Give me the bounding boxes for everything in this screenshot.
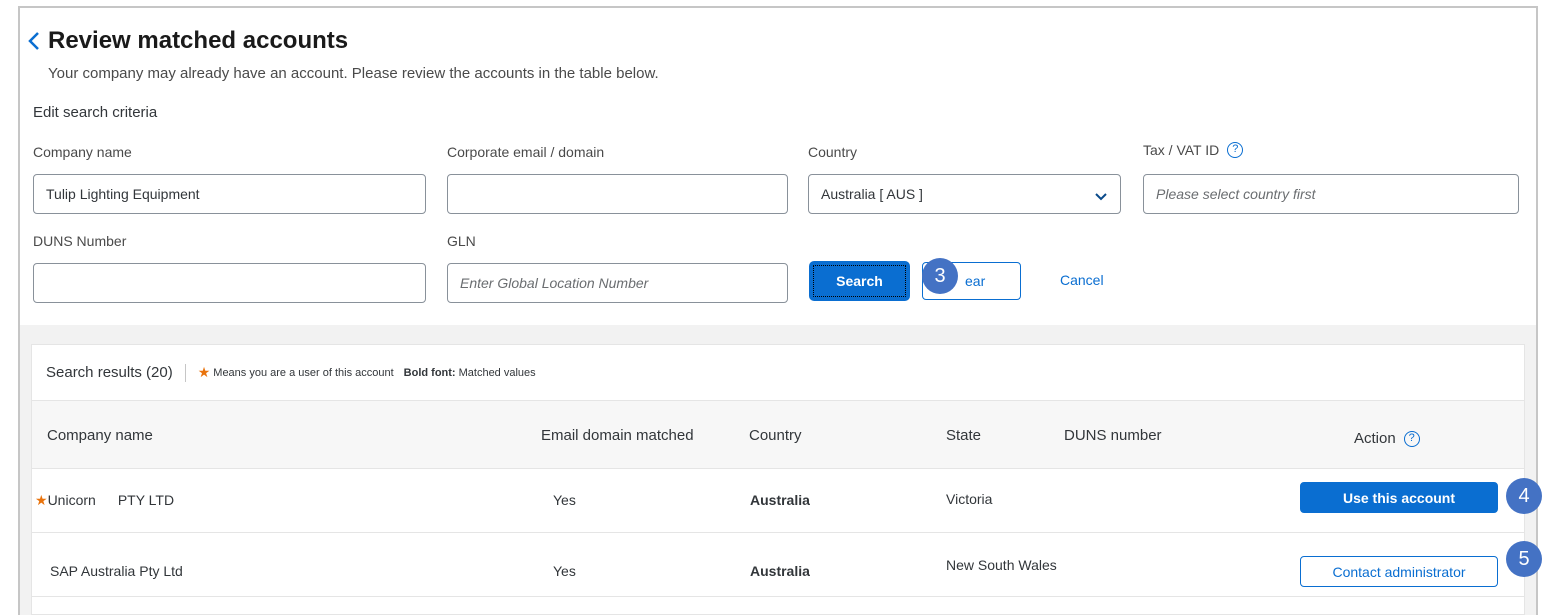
country-select[interactable]: Australia [ AUS ]	[808, 174, 1121, 214]
company-name-label: Company name	[33, 144, 132, 160]
header-divider	[184, 363, 186, 382]
email-matched-cell: Yes	[553, 492, 576, 508]
company-name-cell: SAP Australia Pty Ltd	[50, 563, 183, 579]
state-cell: Victoria	[946, 491, 993, 507]
title-row: Review matched accounts	[26, 27, 348, 55]
help-icon[interactable]: ?	[1227, 142, 1244, 158]
duns-number-input[interactable]	[46, 275, 413, 291]
company-name-cell: ★Unicorn PTY LTD	[35, 492, 175, 508]
star-legend-text: Means you are a user of this account	[213, 366, 394, 379]
chevron-down-icon[interactable]	[1094, 189, 1108, 201]
column-header[interactable]: Email domain matched	[541, 427, 694, 444]
column-header[interactable]: State	[946, 427, 981, 444]
company-name-field[interactable]	[33, 174, 426, 214]
tax-id-input[interactable]	[1156, 186, 1506, 202]
country-cell: Australia	[750, 492, 810, 508]
edit-search-criteria-label: Edit search criteria	[33, 104, 158, 121]
star-icon: ★	[35, 492, 48, 508]
country-label: Country	[808, 144, 858, 160]
table-row: SAP Australia Pty Ltd Yes Australia New …	[32, 533, 1524, 597]
table-row: ★Unicorn PTY LTD Yes Australia Victoria U…	[32, 469, 1524, 533]
results-header: Search results (20) ★ Means you are a us…	[32, 345, 1524, 401]
duns-number-field[interactable]	[33, 263, 426, 303]
email-matched-cell: Yes	[553, 563, 576, 579]
results-count: Search results (20)	[46, 364, 173, 381]
corporate-email-field[interactable]	[447, 174, 788, 214]
column-header[interactable]: Company name	[47, 427, 153, 444]
gln-label: GLN	[447, 233, 476, 249]
bold-legend-desc: Matched values	[458, 366, 536, 379]
page-title: Review matched accounts	[48, 27, 349, 54]
duns-number-label: DUNS Number	[33, 233, 127, 249]
action-column-header: Action ?	[1354, 430, 1420, 447]
country-cell: Australia	[750, 563, 810, 579]
corporate-email-label: Corporate email / domain	[447, 144, 605, 160]
search-results-panel: Search results (20) ★ Means you are a us…	[31, 344, 1525, 615]
cancel-link[interactable]: Cancel	[1060, 272, 1104, 288]
column-header[interactable]: DUNS number	[1064, 427, 1162, 444]
bold-legend-label: Bold font:	[403, 366, 456, 379]
table-header: Company name Email domain matched Countr…	[32, 401, 1524, 469]
clear-button-label: ear	[965, 273, 986, 289]
contact-administrator-button[interactable]: Contact administrator	[1300, 556, 1498, 587]
column-header[interactable]: Country	[749, 427, 802, 444]
chevron-left-icon[interactable]	[26, 28, 44, 54]
tax-id-label: Tax / VAT ID ?	[1143, 142, 1244, 158]
gln-field[interactable]	[447, 263, 788, 303]
callout-badge-3: 3	[922, 258, 958, 294]
state-cell: New South Wales	[946, 557, 1057, 573]
gln-input[interactable]	[460, 275, 775, 291]
corporate-email-input[interactable]	[460, 186, 775, 202]
use-this-account-button[interactable]: Use this account	[1300, 482, 1498, 513]
page-subtitle: Your company may already have an account…	[48, 65, 659, 82]
help-icon[interactable]: ?	[1403, 430, 1420, 447]
company-name-input[interactable]	[46, 186, 413, 202]
search-button[interactable]: Search	[810, 262, 909, 300]
callout-badge-4: 4	[1506, 478, 1542, 514]
star-icon: ★	[197, 364, 211, 380]
callout-badge-5: 5	[1506, 541, 1542, 577]
country-selected-value: Australia [ AUS ]	[821, 186, 923, 202]
tax-id-field[interactable]	[1143, 174, 1519, 214]
